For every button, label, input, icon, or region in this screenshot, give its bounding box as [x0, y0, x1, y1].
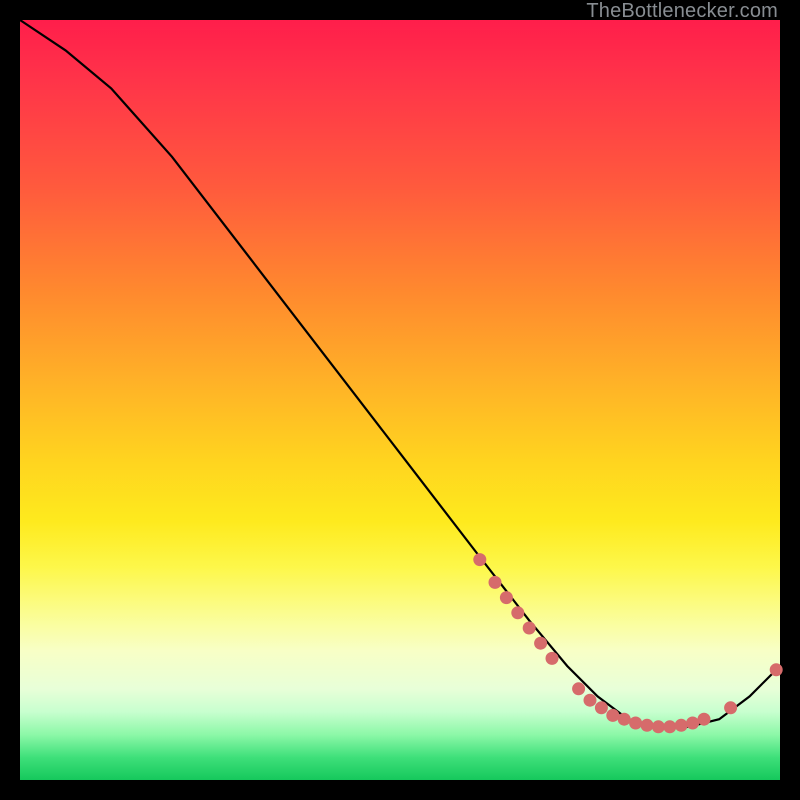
plot-area — [20, 20, 780, 780]
data-marker — [652, 720, 665, 733]
data-marker — [606, 709, 619, 722]
data-marker — [698, 713, 711, 726]
data-marker — [770, 663, 783, 676]
data-marker — [724, 701, 737, 714]
data-marker — [584, 694, 597, 707]
data-marker — [686, 717, 699, 730]
data-marker — [572, 682, 585, 695]
data-marker — [663, 720, 676, 733]
data-marker — [523, 622, 536, 635]
data-marker — [511, 606, 524, 619]
data-marker — [489, 576, 502, 589]
data-marker — [629, 717, 642, 730]
data-marker — [500, 591, 513, 604]
data-marker — [473, 553, 486, 566]
data-marker — [595, 701, 608, 714]
marker-group — [473, 553, 782, 733]
data-marker — [546, 652, 559, 665]
data-marker — [675, 719, 688, 732]
curve-path — [20, 20, 780, 727]
data-marker — [618, 713, 631, 726]
data-marker — [641, 719, 654, 732]
chart-svg — [20, 20, 780, 780]
chart-frame: TheBottlenecker.com — [0, 0, 800, 800]
data-marker — [534, 637, 547, 650]
